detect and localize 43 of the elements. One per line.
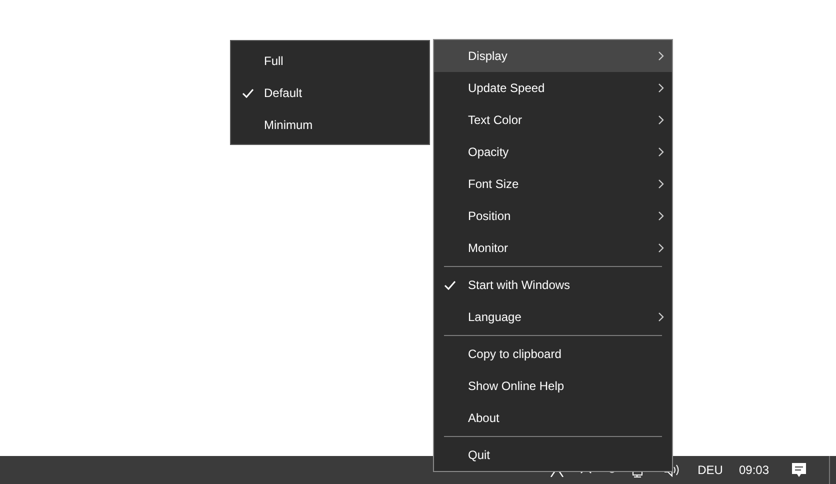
menu-item[interactable]: Font Size: [434, 168, 672, 200]
menu-item[interactable]: Default: [231, 77, 429, 109]
menu-item[interactable]: About: [434, 402, 672, 434]
chevron-right-icon: [658, 83, 664, 93]
chevron-right-icon: [658, 211, 664, 221]
menu-item-label: Copy to clipboard: [468, 347, 562, 361]
chevron-right-icon: [658, 115, 664, 125]
menu-item[interactable]: Display: [434, 40, 672, 72]
menu-item-label: Opacity: [468, 145, 509, 159]
menu-item-label: Start with Windows: [468, 278, 570, 292]
chevron-right-icon: [658, 147, 664, 157]
menu-item[interactable]: Copy to clipboard: [434, 338, 672, 370]
menu-item-label: Quit: [468, 448, 490, 462]
menu-item[interactable]: Monitor: [434, 232, 672, 264]
language-indicator[interactable]: DEU: [698, 463, 723, 477]
menu-item[interactable]: Quit: [434, 439, 672, 471]
menu-item[interactable]: Position: [434, 200, 672, 232]
menu-item[interactable]: Language: [434, 301, 672, 333]
menu-item[interactable]: Minimum: [231, 109, 429, 141]
menu-item-label: Text Color: [468, 113, 522, 127]
menu-item-label: Position: [468, 209, 511, 223]
menu-item-label: Font Size: [468, 177, 519, 191]
chevron-right-icon: [658, 243, 664, 253]
menu-item[interactable]: Show Online Help: [434, 370, 672, 402]
menu-item[interactable]: Update Speed: [434, 72, 672, 104]
clock[interactable]: 09:03: [738, 463, 769, 477]
chevron-right-icon: [658, 312, 664, 322]
menu-item-label: Default: [264, 86, 302, 100]
chevron-right-icon: [658, 51, 664, 61]
menu-item-label: Full: [264, 54, 284, 68]
menu-item[interactable]: Full: [231, 45, 429, 77]
menu-item-label: Minimum: [264, 118, 313, 132]
notification-icon[interactable]: [791, 462, 807, 478]
menu-item-label: Language: [468, 310, 522, 324]
menu-item-label: Show Online Help: [468, 379, 564, 393]
menu-item[interactable]: Opacity: [434, 136, 672, 168]
menu-item[interactable]: Text Color: [434, 104, 672, 136]
menu-item-label: Display: [468, 49, 508, 63]
chevron-right-icon: [658, 179, 664, 189]
menu-item-label: About: [468, 411, 500, 425]
menu-item-label: Monitor: [468, 241, 508, 255]
menu-item[interactable]: Start with Windows: [434, 269, 672, 301]
menu-item-label: Update Speed: [468, 81, 545, 95]
